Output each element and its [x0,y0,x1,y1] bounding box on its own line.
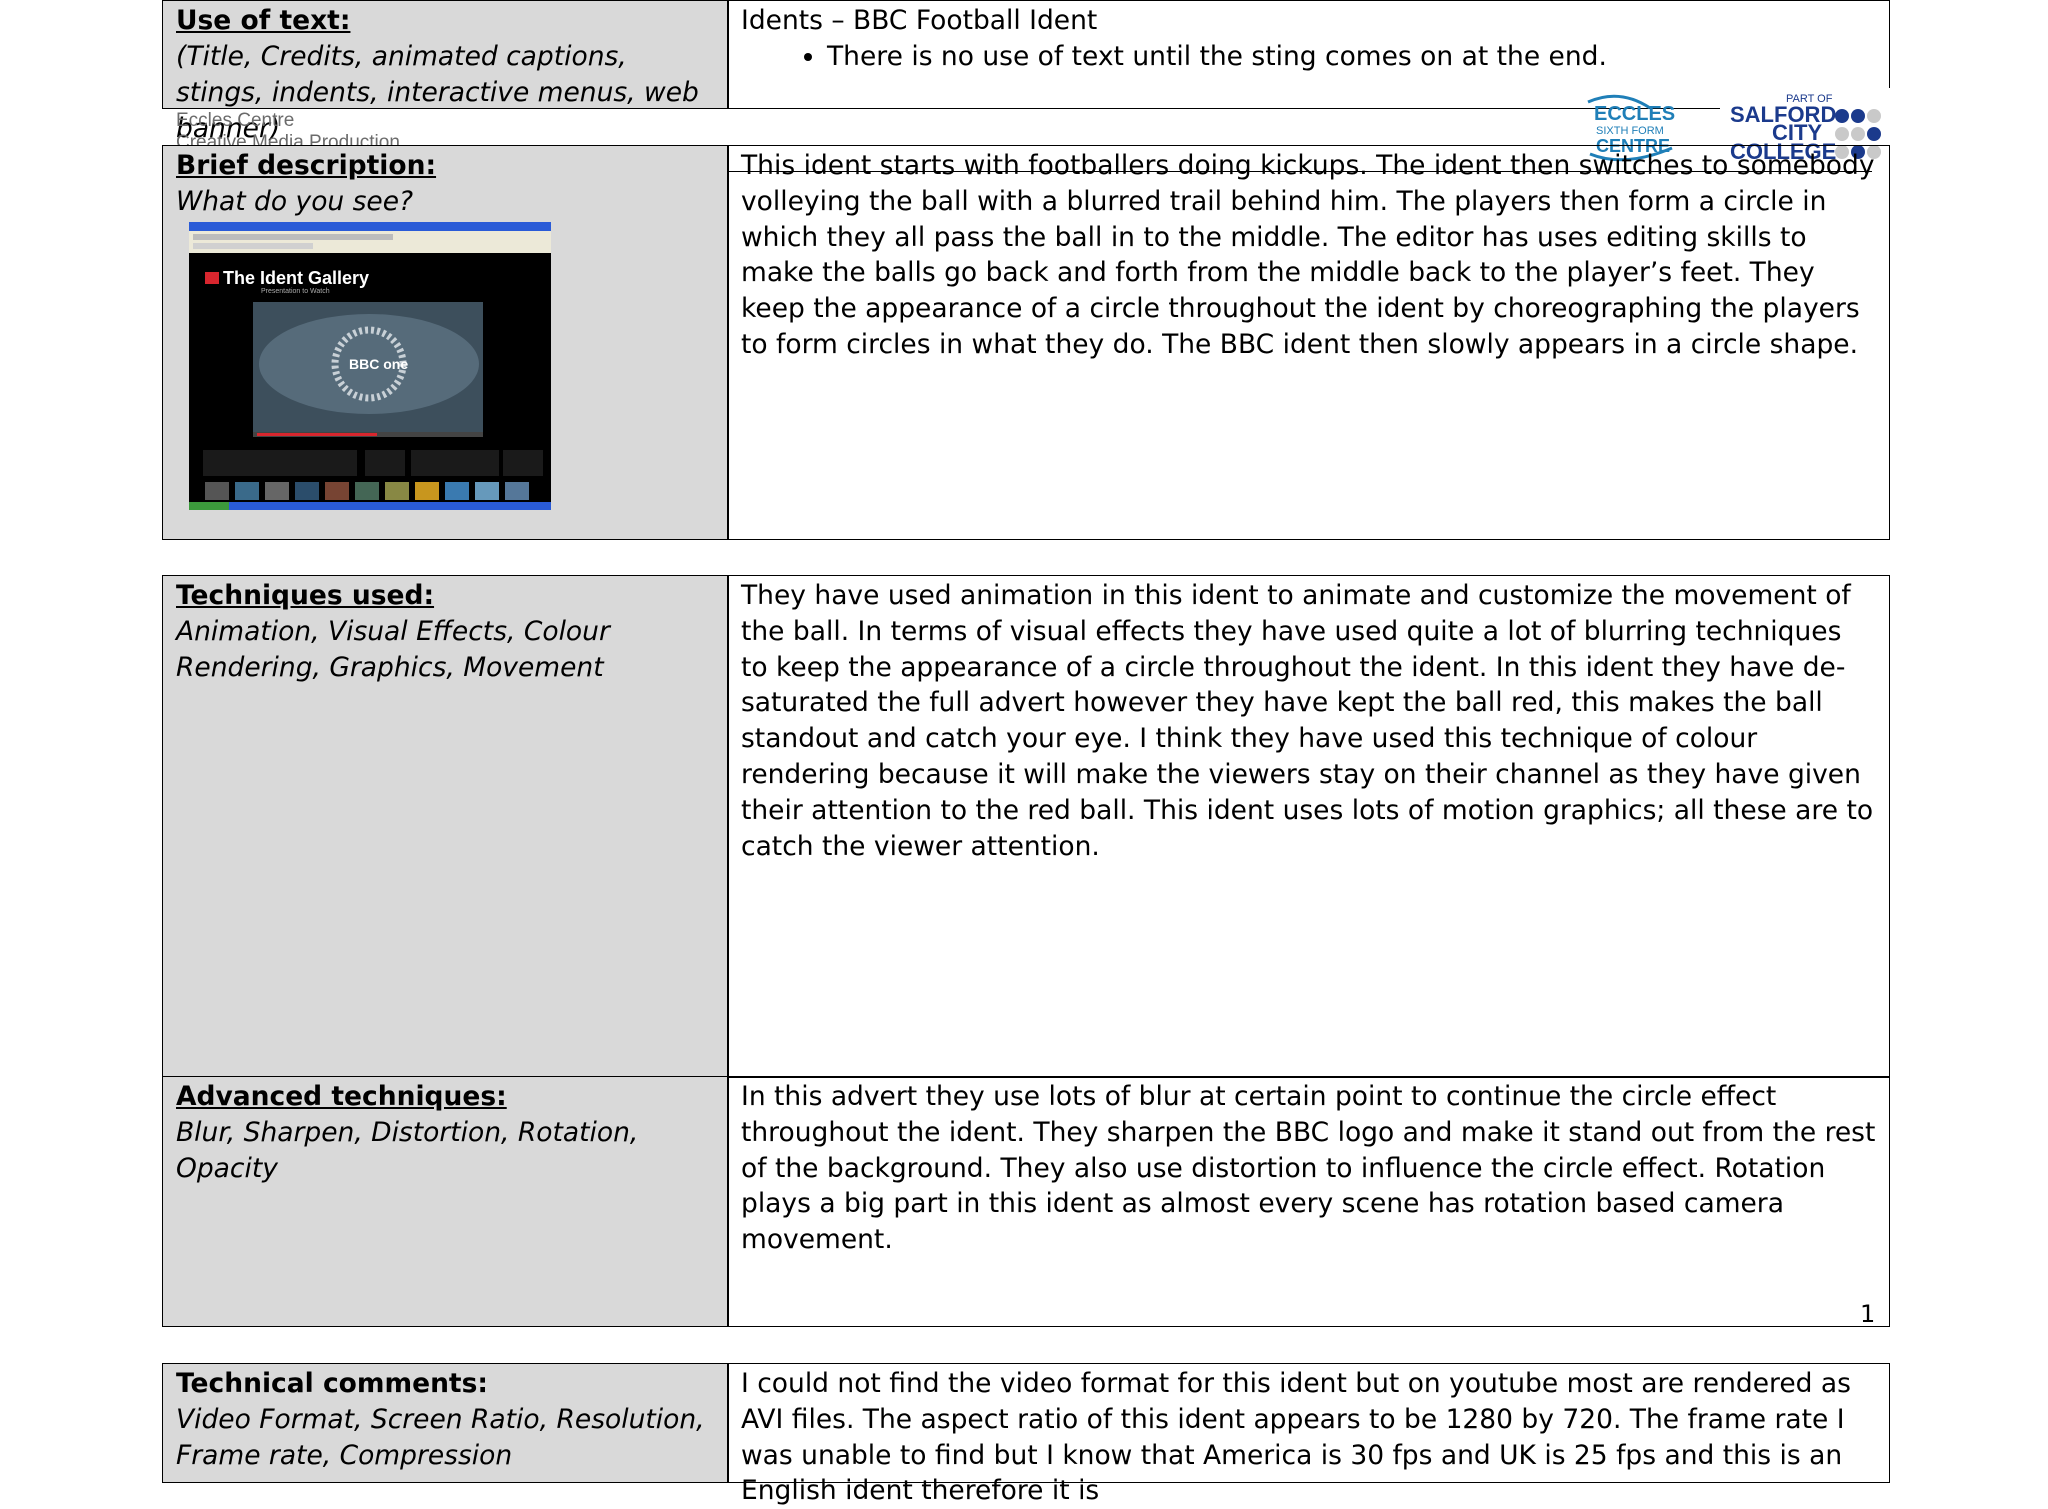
centre-name: Eccles Centre [176,110,295,131]
page-number: 1 [1860,1300,1876,1328]
gallery-subtitle: Presentation to Watch [261,288,330,295]
brief-description-label-cell: Brief description: What do you see? The … [162,145,729,540]
use-of-text-content-cell: Idents – BBC Football Ident There is no … [727,0,1890,109]
use-of-text-bullet: There is no use of text until the sting … [827,39,1876,75]
techniques-used-content-cell: They have used animation in this ident t… [727,575,1890,1078]
technical-comments-content-cell: I could not find the video format for th… [727,1363,1890,1506]
advanced-techniques-content-cell: In this advert they use lots of blur at … [727,1076,1890,1327]
use-of-text-label-cell: Use of text: (Title, Credits, animated c… [162,0,729,144]
use-of-text-list: There is no use of text until the sting … [741,39,1876,75]
gallery-title: The Ident Gallery [223,268,369,288]
advanced-techniques-hint: Blur, Sharpen, Distortion, Rotation, Opa… [176,1117,639,1184]
bbc-one-logo-text: BBC one [349,356,408,372]
techniques-used-text: They have used animation in this ident t… [741,580,1874,862]
techniques-used-hint: Animation, Visual Effects, Colour Render… [176,616,610,683]
brief-description-content-cell: This ident starts with footballers doing… [727,145,1890,540]
use-of-text-heading: Use of text: [176,5,351,36]
technical-comments-label-cell: Technical comments: Video Format, Screen… [162,1363,729,1483]
brief-description-text: This ident starts with footballers doing… [741,150,1875,360]
advanced-techniques-label-cell: Advanced techniques: Blur, Sharpen, Dist… [162,1076,729,1327]
advanced-techniques-heading: Advanced techniques: [176,1081,507,1112]
header-rule [727,171,1872,172]
technical-comments-heading: Technical comments: [176,1368,488,1399]
ident-title: Idents – BBC Football Ident [741,5,1098,36]
technical-comments-text: I could not find the video format for th… [741,1368,1851,1507]
brief-description-hint: What do you see? [176,186,414,217]
advanced-techniques-text: In this advert they use lots of blur at … [741,1081,1876,1256]
brief-description-heading: Brief description: [176,150,437,181]
svg-text:ECCLES: ECCLES [1594,103,1675,125]
course-name: Creative Media Production [176,132,400,146]
techniques-used-heading: Techniques used: [176,580,435,611]
techniques-used-label-cell: Techniques used: Animation, Visual Effec… [162,575,729,1078]
ident-gallery-screenshot: The Ident Gallery Presentation to Watch … [189,222,551,510]
technical-comments-hint: Video Format, Screen Ratio, Resolution, … [176,1404,705,1471]
